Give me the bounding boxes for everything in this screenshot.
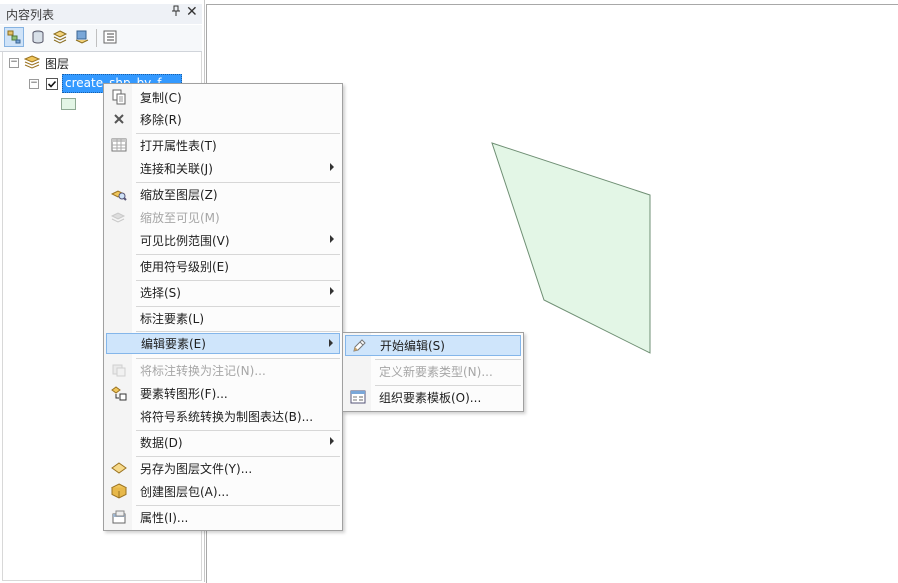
layers-stack-icon [52,30,68,44]
submenu-arrow-icon [329,339,333,347]
options-list-icon [103,30,117,44]
menu-item-label: 移除(R) [140,113,182,127]
menu-item-label: 打开属性表(T) [140,139,217,153]
menu-item-label: 缩放至可见(M) [140,211,220,225]
menu-item-label: 将标注转换为注记(N)... [140,364,266,378]
menu-item-5[interactable]: 缩放至图层(Z) [106,184,340,205]
menu-separator [136,182,340,183]
menu-item-label: 复制(C) [140,91,182,105]
menu-item-label: 开始编辑(S) [380,339,445,353]
menu-item-17[interactable]: 创建图层包(A)... [106,481,340,502]
close-icon[interactable]: ✕ [186,4,198,20]
convert-label-icon [111,362,127,378]
remove-icon [111,111,127,127]
menu-item-label: 编辑要素(E) [141,337,206,351]
menu-item-2[interactable]: 移除(R) [106,109,340,130]
menu-separator [136,306,340,307]
menu-separator [136,133,340,134]
properties-icon [111,509,127,525]
menu-separator [136,331,340,332]
layer-expander[interactable]: − [29,79,39,89]
menu-item-3[interactable]: 组织要素模板(O)... [345,387,521,408]
database-icon [32,30,44,44]
menu-item-11[interactable]: 编辑要素(E) [106,333,340,354]
selection-layer-icon [75,30,89,44]
menu-item-3[interactable]: 打开属性表(T) [106,135,340,156]
menu-item-1[interactable]: 开始编辑(S) [345,335,521,356]
menu-item-label: 标注要素(L) [140,312,205,326]
menu-item-label: 连接和关联(J) [140,162,213,176]
submenu-arrow-icon [330,437,334,445]
drawing-order-icon [7,30,21,44]
menu-separator [136,430,340,431]
menu-item-1[interactable]: 复制(C) [106,87,340,108]
menu-item-label: 可见比例范围(V) [140,234,230,248]
start-edit-icon [351,338,367,354]
list-by-source-button[interactable] [28,27,48,47]
zoom-layer-icon [110,186,127,202]
menu-item-2[interactable]: 定义新要素类型(N)... [345,361,521,382]
submenu-arrow-icon [330,235,334,243]
menu-item-15[interactable]: 数据(D) [106,432,340,453]
layer-visibility-checkbox[interactable] [46,78,58,90]
toc-toolbar [0,25,202,52]
list-by-drawing-order-button[interactable] [4,27,24,47]
menu-item-6[interactable]: 缩放至可见(M) [106,207,340,228]
menu-item-8[interactable]: 使用符号级别(E) [106,256,340,277]
menu-item-12[interactable]: 将标注转换为注记(N)... [106,360,340,381]
submenu-arrow-icon [330,163,334,171]
menu-item-18[interactable]: 属性(I)... [106,507,340,528]
organize-templates-icon [350,389,366,405]
pin-icon[interactable] [171,5,181,20]
root-layer-label[interactable]: 图层 [45,55,69,72]
menu-item-label: 要素转图形(F)... [140,387,228,401]
menu-item-label: 属性(I)... [140,511,189,525]
menu-item-label: 定义新要素类型(N)... [379,365,493,379]
menu-separator [375,359,521,360]
copy-icon [111,89,127,105]
layers-icon [24,55,40,69]
menu-separator [375,385,521,386]
zoom-visible-icon [110,209,127,225]
menu-item-13[interactable]: 要素转图形(F)... [106,383,340,404]
toolbar-separator [96,29,97,47]
menu-item-label: 数据(D) [140,436,183,450]
menu-item-9[interactable]: 选择(S) [106,282,340,303]
root-expander[interactable]: − [9,58,19,68]
menu-item-label: 创建图层包(A)... [140,485,230,499]
menu-item-label: 使用符号级别(E) [140,260,229,274]
menu-item-label: 组织要素模板(O)... [379,391,482,405]
layer-file-icon [111,460,127,476]
edit-features-submenu: 开始编辑(S) 定义新要素类型(N)... 组织要素模板(O)... [342,332,524,412]
polygon-symbol-swatch[interactable] [61,98,76,110]
layer-package-icon [110,483,128,499]
menu-item-7[interactable]: 可见比例范围(V) [106,230,340,251]
toc-title-bar: 内容列表 ✕ [0,4,202,24]
checkmark-icon [47,80,57,88]
menu-item-label: 另存为图层文件(Y)... [140,462,253,476]
options-button[interactable] [100,27,120,47]
menu-separator [136,358,340,359]
feature-graphic-icon [111,385,127,401]
menu-separator [136,505,340,506]
table-icon [111,137,127,153]
menu-separator [136,456,340,457]
menu-item-label: 将符号系统转换为制图表达(B)... [140,410,314,424]
submenu-arrow-icon [330,287,334,295]
menu-item-label: 缩放至图层(Z) [140,188,218,202]
menu-item-10[interactable]: 标注要素(L) [106,308,340,329]
list-by-selection-button[interactable] [72,27,92,47]
list-by-visibility-button[interactable] [50,27,70,47]
menu-separator [136,280,340,281]
layer-context-menu: 复制(C) 移除(R) 打开属性表(T) 连接和关联(J) 缩放至图层(Z) 缩放至可见(… [103,83,343,531]
toc-title: 内容列表 [6,8,55,22]
menu-item-label: 选择(S) [140,286,181,300]
menu-separator [136,254,340,255]
menu-item-14[interactable]: 将符号系统转换为制图表达(B)... [106,406,340,427]
menu-item-16[interactable]: 另存为图层文件(Y)... [106,458,340,479]
menu-item-4[interactable]: 连接和关联(J) [106,158,340,179]
